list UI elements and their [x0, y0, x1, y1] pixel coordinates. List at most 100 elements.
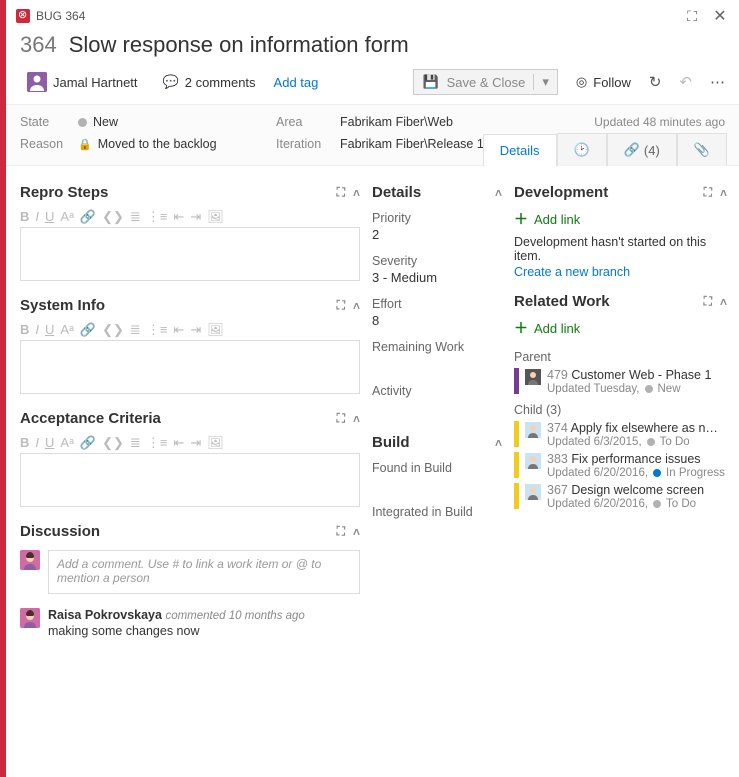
collapse-icon[interactable]: ˄	[353, 412, 360, 426]
save-icon: 💾	[422, 74, 438, 90]
expand-icon[interactable]: ⛶	[704, 185, 712, 200]
related-item[interactable]: 383 Fix performance issuesUpdated 6/20/2…	[514, 452, 727, 479]
workitem-type-icon	[525, 422, 541, 438]
priority-label: Priority	[372, 211, 502, 225]
expand-icon[interactable]: ⛶	[337, 524, 345, 539]
workitem-id: 364	[20, 32, 57, 58]
state-dot-icon	[645, 385, 653, 393]
paperclip-icon: 📎	[694, 142, 710, 158]
type-color-bar	[514, 483, 519, 509]
state-dot-icon	[647, 438, 655, 446]
system-info-input[interactable]	[20, 340, 360, 394]
repro-steps-header: Repro Steps ⛶ ˄	[20, 184, 360, 201]
area-value[interactable]: Fabrikam Fiber\Web	[340, 115, 453, 129]
severity-value[interactable]: 3 - Medium	[372, 270, 502, 285]
close-icon[interactable]: ✕	[711, 6, 729, 26]
plus-icon: ＋	[514, 318, 528, 338]
acceptance-header: Acceptance Criteria ⛶ ˄	[20, 410, 360, 427]
iteration-label: Iteration	[276, 137, 340, 151]
related-item[interactable]: 367 Design welcome screenUpdated 6/20/20…	[514, 483, 727, 510]
comments-label: 2 comments	[185, 75, 256, 90]
collapse-icon[interactable]: ˄	[495, 186, 502, 200]
dev-status-text: Development hasn't started on this item.	[514, 235, 727, 263]
tab-links[interactable]: 🔗(4)	[607, 133, 677, 166]
child-label: Child (3)	[514, 403, 727, 417]
create-branch-link[interactable]: Create a new branch	[514, 265, 727, 279]
more-icon[interactable]: ⋯	[710, 73, 725, 91]
collapse-icon[interactable]: ˄	[720, 186, 727, 200]
details-header: Details ˄	[372, 184, 502, 201]
acceptance-input[interactable]	[20, 453, 360, 507]
state-value[interactable]: New	[78, 115, 118, 129]
state-dot-icon	[78, 118, 87, 127]
parent-label: Parent	[514, 350, 727, 364]
collapse-icon[interactable]: ˄	[495, 436, 502, 450]
remaining-value[interactable]	[372, 356, 502, 372]
related-item[interactable]: 374 Apply fix elsewhere as n…Updated 6/3…	[514, 421, 727, 448]
repro-steps-input[interactable]	[20, 227, 360, 281]
integrated-label: Integrated in Build	[372, 505, 502, 519]
state-dot-icon	[653, 469, 661, 477]
expand-icon[interactable]: ⛶	[337, 185, 345, 200]
chevron-down-icon: ▾	[542, 74, 549, 90]
undo-icon[interactable]: ↶	[679, 73, 692, 91]
priority-value[interactable]: 2	[372, 227, 502, 242]
tab-history[interactable]: 🕑	[557, 133, 607, 166]
found-value[interactable]	[372, 477, 502, 493]
collapse-icon[interactable]: ˄	[353, 186, 360, 200]
bug-icon	[16, 9, 30, 23]
reason-label: Reason	[20, 137, 78, 151]
comment-author: Raisa Pokrovskaya	[48, 608, 162, 622]
found-label: Found in Build	[372, 461, 502, 475]
tab-attachments[interactable]: 📎	[677, 133, 727, 166]
tab-strip: Details 🕑 🔗(4) 📎	[483, 133, 727, 166]
collapse-icon[interactable]: ˄	[353, 299, 360, 313]
system-toolbar[interactable]: BIUAᵃ🔗❮❯≣⋮≡⇤⇥🖼	[20, 322, 360, 338]
add-tag-button[interactable]: Add tag	[274, 75, 319, 90]
history-icon: 🕑	[574, 142, 590, 158]
workitem-type-icon	[525, 369, 541, 385]
acceptance-toolbar[interactable]: BIUAᵃ🔗❮❯≣⋮≡⇤⇥🖼	[20, 435, 360, 451]
integrated-value[interactable]	[372, 521, 502, 537]
add-link-related[interactable]: ＋Add link	[514, 318, 727, 338]
assignee[interactable]: Jamal Hartnett	[20, 68, 145, 96]
save-label: Save & Close	[447, 75, 526, 90]
expand-icon[interactable]: ⛶	[337, 298, 345, 313]
comment-body: making some changes now	[48, 624, 305, 638]
effort-value[interactable]: 8	[372, 313, 502, 328]
severity-label: Severity	[372, 254, 502, 268]
collapse-icon[interactable]: ˄	[353, 525, 360, 539]
activity-label: Activity	[372, 384, 502, 398]
header: 364 Slow response on information form Ja…	[6, 28, 739, 104]
avatar-icon	[27, 72, 47, 92]
updated-label: Updated 48 minutes ago	[594, 115, 725, 129]
comment-icon: 💬	[163, 74, 179, 90]
title-bar: BUG 364 ⛶ ✕	[6, 0, 739, 28]
refresh-icon[interactable]: ↻	[649, 73, 662, 91]
workitem-title[interactable]: Slow response on information form	[69, 32, 409, 58]
repro-toolbar[interactable]: BIUAᵃ🔗❮❯≣⋮≡⇤⇥🖼	[20, 209, 360, 225]
follow-button[interactable]: ◎ Follow	[576, 74, 631, 90]
save-close-button: 💾 Save & Close ▾	[413, 69, 557, 95]
related-work-header: Related Work ⛶ ˄	[514, 293, 727, 310]
add-link-dev[interactable]: ＋Add link	[514, 209, 727, 229]
type-color-bar	[514, 368, 519, 394]
reason-value[interactable]: 🔒 Moved to the backlog	[78, 137, 217, 151]
comment: Raisa Pokrovskaya commented 10 months ag…	[20, 608, 360, 638]
eye-icon: ◎	[576, 74, 587, 90]
activity-value[interactable]	[372, 400, 502, 416]
tab-details[interactable]: Details	[483, 134, 557, 167]
related-item[interactable]: 479 Customer Web - Phase 1Updated Tuesda…	[514, 368, 727, 395]
expand-icon[interactable]: ⛶	[337, 411, 345, 426]
collapse-icon[interactable]: ˄	[720, 295, 727, 309]
discussion-header: Discussion ⛶ ˄	[20, 523, 360, 540]
discussion-input[interactable]: Add a comment. Use # to link a work item…	[48, 550, 360, 594]
workitem-type-icon	[525, 484, 541, 500]
comments-link[interactable]: 💬 2 comments	[163, 74, 256, 90]
build-header: Build ˄	[372, 434, 502, 451]
expand-icon[interactable]: ⛶	[704, 294, 712, 309]
maximize-icon[interactable]: ⛶	[683, 8, 701, 25]
development-header: Development ⛶ ˄	[514, 184, 727, 201]
effort-label: Effort	[372, 297, 502, 311]
avatar-icon	[20, 608, 40, 628]
